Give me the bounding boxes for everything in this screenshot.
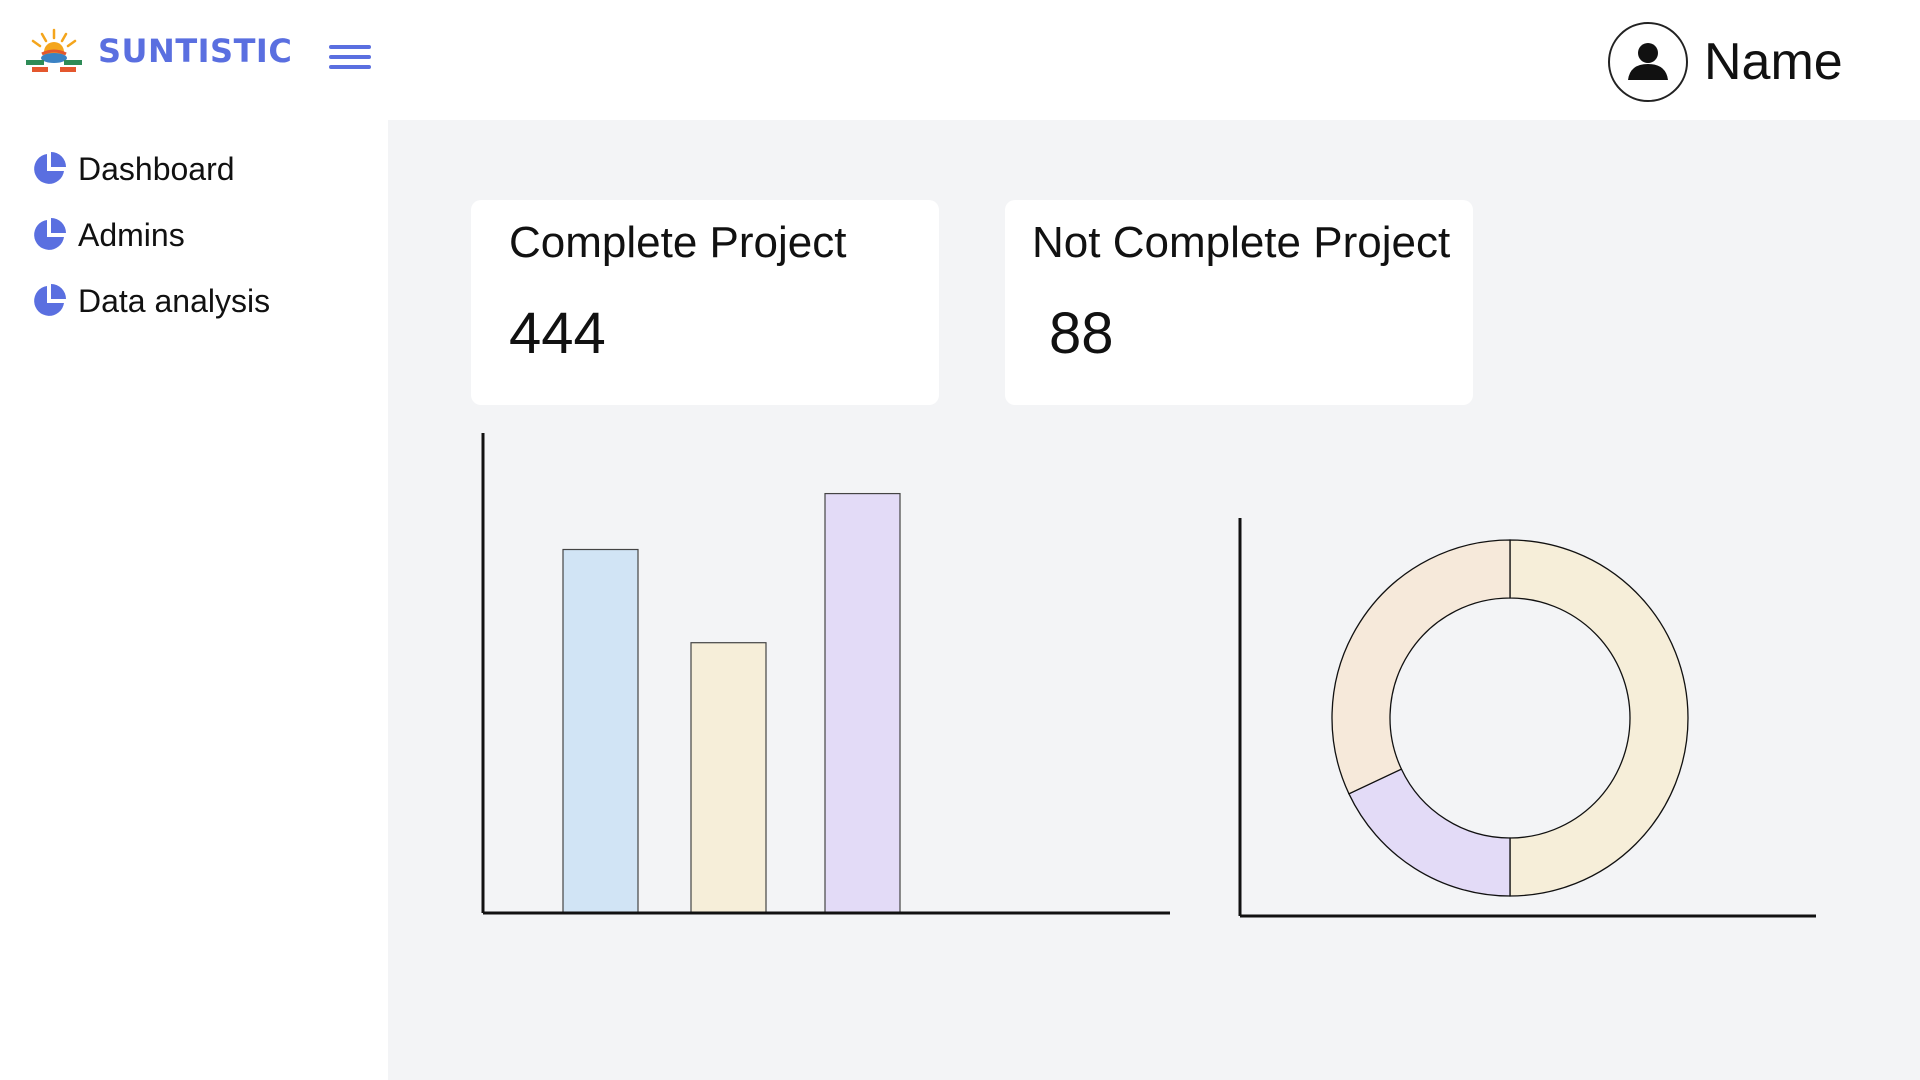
bar	[690, 642, 767, 914]
donut-slice	[1348, 768, 1511, 897]
sidebar-item-label: Dashboard	[78, 150, 235, 187]
donut-chart	[1238, 518, 1816, 918]
brand[interactable]: SUNTISTIC	[22, 26, 292, 76]
bar	[824, 492, 901, 914]
card-title: Complete Project	[509, 218, 847, 267]
sidebar-item-admins[interactable]: Admins	[30, 216, 185, 254]
pie-chart-icon	[34, 218, 66, 250]
brand-name: SUNTISTIC	[98, 32, 293, 70]
sidebar: Dashboard Admins Data analysis	[0, 120, 388, 1080]
donut-slice	[1509, 539, 1689, 897]
card-value: 444	[509, 301, 606, 366]
sidebar-item-label: Data analysis	[78, 282, 271, 319]
hamburger-menu-icon[interactable]	[326, 38, 374, 76]
sidebar-item-data-analysis[interactable]: Data analysis	[30, 282, 270, 320]
menu-line	[329, 45, 371, 49]
menu-line	[329, 55, 371, 59]
donut-marks	[1331, 539, 1689, 897]
menu-line	[329, 65, 371, 69]
bar	[562, 548, 639, 914]
donut-slice	[1331, 539, 1511, 795]
card-value: 88	[1049, 301, 1114, 366]
user-menu[interactable]: Name	[1608, 22, 1843, 102]
sun-logo-icon	[26, 28, 82, 72]
card-title: Not Complete Project	[1032, 218, 1451, 267]
user-avatar-icon[interactable]	[1608, 22, 1688, 102]
sidebar-item-label: Admins	[78, 216, 185, 253]
bar-chart	[481, 433, 1170, 915]
pie-chart-icon	[34, 284, 66, 316]
person-icon	[1628, 43, 1668, 80]
complete-project-card[interactable]: Complete Project 444	[471, 200, 939, 405]
not-complete-project-card[interactable]: Not Complete Project 88	[1005, 200, 1473, 405]
sidebar-item-dashboard[interactable]: Dashboard	[30, 150, 235, 188]
main-content: Complete Project 444 Not Complete Projec…	[388, 120, 1920, 1080]
bar-marks	[562, 492, 901, 914]
top-bar: SUNTISTIC Name	[0, 0, 1920, 120]
user-name: Name	[1704, 33, 1843, 91]
pie-chart-icon	[34, 152, 66, 184]
